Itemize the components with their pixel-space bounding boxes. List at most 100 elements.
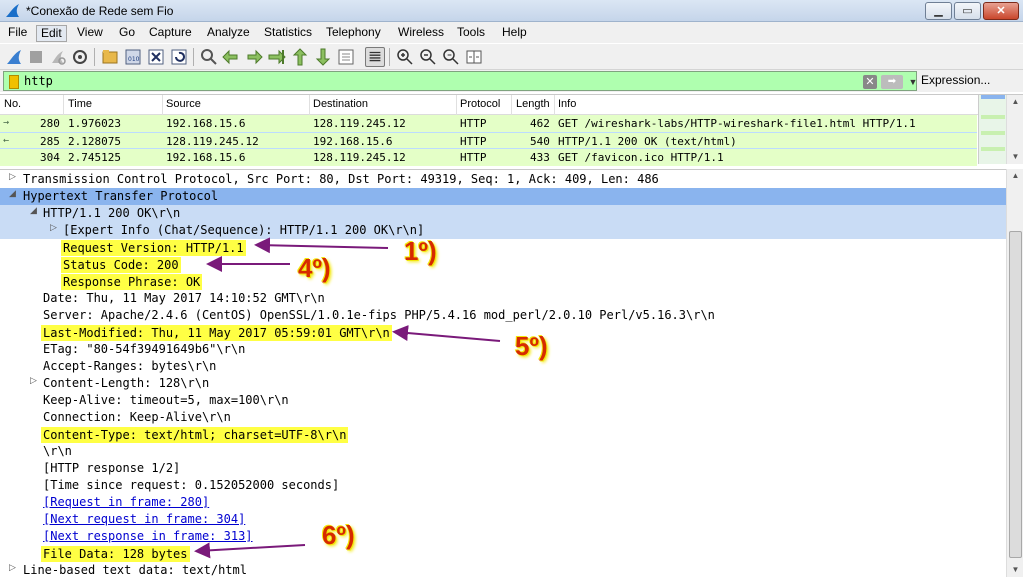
tree-item-time-since-request[interactable]: [Time since request: 0.152052000 seconds…: [0, 477, 1006, 494]
column-no[interactable]: No.: [4, 98, 21, 110]
tree-item-file-data[interactable]: File Data: 128 bytes: [0, 545, 1006, 562]
go-forward-icon[interactable]: [244, 47, 264, 67]
expand-icon[interactable]: ▷: [30, 376, 37, 386]
stop-capture-icon[interactable]: [26, 47, 46, 67]
tree-item-status-code[interactable]: Status Code: 200: [0, 256, 1006, 273]
tree-item-expert-info[interactable]: ▷ [Expert Info (Chat/Sequence): HTTP/1.1…: [0, 222, 1006, 239]
autoscroll-icon[interactable]: [336, 47, 356, 67]
menu-telephony[interactable]: Telephony: [322, 25, 385, 42]
save-file-icon[interactable]: 010: [123, 47, 143, 67]
menu-view[interactable]: View: [73, 25, 107, 42]
filter-history-dropdown-icon[interactable]: ▼: [907, 75, 919, 89]
tree-item-tcp[interactable]: ▷ Transmission Control Protocol, Src Por…: [0, 171, 1006, 188]
collapse-icon[interactable]: ◢: [30, 206, 37, 216]
packet-row[interactable]: → 280 1.976023 192.168.15.6 128.119.245.…: [0, 115, 977, 132]
close-file-icon[interactable]: [146, 47, 166, 67]
column-source[interactable]: Source: [166, 98, 201, 110]
menu-tools[interactable]: Tools: [453, 25, 489, 42]
tree-item-connection[interactable]: Connection: Keep-Alive\r\n: [0, 409, 1006, 426]
tree-item-accept-ranges[interactable]: Accept-Ranges: bytes\r\n: [0, 358, 1006, 375]
column-info[interactable]: Info: [558, 98, 576, 110]
scrollbar-thumb[interactable]: [1009, 231, 1022, 558]
packet-info: GET /favicon.ico HTTP/1.1: [558, 151, 724, 164]
find-packet-icon[interactable]: [199, 47, 219, 67]
tree-item-content-type[interactable]: Content-Type: text/html; charset=UTF-8\r…: [0, 426, 1006, 443]
tree-item-date[interactable]: Date: Thu, 11 May 2017 14:10:52 GMT\r\n: [0, 290, 1006, 307]
start-capture-icon[interactable]: [4, 47, 24, 67]
colorize-icon[interactable]: [365, 47, 385, 67]
packet-destination: 128.119.245.12: [313, 151, 406, 164]
tree-item-label: Line-based text data: text/html: [23, 563, 247, 577]
request-in-frame-link[interactable]: [Request in frame: 280]: [43, 495, 209, 509]
column-destination[interactable]: Destination: [313, 98, 368, 110]
menu-statistics[interactable]: Statistics: [260, 25, 316, 42]
packet-minimap[interactable]: [978, 95, 1006, 164]
menu-analyze[interactable]: Analyze: [203, 25, 254, 42]
filter-bookmark-icon[interactable]: [9, 75, 19, 89]
scroll-up-icon[interactable]: ▲: [1007, 169, 1023, 183]
tree-item-request-version[interactable]: Request Version: HTTP/1.1: [0, 239, 1006, 256]
scroll-up-icon[interactable]: ▲: [1007, 95, 1023, 109]
tree-item-label: Status Code: 200: [61, 257, 181, 273]
menu-capture[interactable]: Capture: [145, 25, 196, 42]
minimize-button[interactable]: ▁: [925, 2, 952, 20]
column-protocol[interactable]: Protocol: [460, 98, 500, 110]
capture-options-icon[interactable]: [70, 47, 90, 67]
tree-item-keep-alive[interactable]: Keep-Alive: timeout=5, max=100\r\n: [0, 392, 1006, 409]
packet-list-header: No. Time Source Destination Protocol Len…: [0, 95, 1006, 115]
menu-edit[interactable]: Edit: [36, 25, 67, 42]
last-packet-icon[interactable]: [313, 47, 333, 67]
menu-file[interactable]: File: [4, 25, 31, 42]
tree-item-crlf[interactable]: \r\n: [0, 443, 1006, 460]
menu-go[interactable]: Go: [115, 25, 139, 42]
expand-icon[interactable]: ▷: [9, 172, 16, 182]
go-back-icon[interactable]: [221, 47, 241, 67]
packet-row[interactable]: 304 2.745125 192.168.15.6 128.119.245.12…: [0, 149, 977, 166]
scroll-down-icon[interactable]: ▼: [1007, 563, 1023, 577]
next-response-link[interactable]: [Next response in frame: 313]: [43, 529, 253, 543]
tree-item-request-in-frame[interactable]: [Request in frame: 280]: [0, 494, 1006, 511]
tree-item-content-length[interactable]: ▷ Content-Length: 128\r\n: [0, 375, 1006, 392]
tree-item-server[interactable]: Server: Apache/2.4.6 (CentOS) OpenSSL/1.…: [0, 307, 1006, 324]
expand-icon[interactable]: ▷: [50, 223, 57, 233]
open-file-icon[interactable]: [100, 47, 120, 67]
display-filter-input[interactable]: http ✕ ➡ ▼: [3, 71, 917, 91]
packet-no: 280: [40, 117, 60, 130]
tree-item-next-request[interactable]: [Next request in frame: 304]: [0, 511, 1006, 528]
details-scrollbar[interactable]: ▲ ▼: [1006, 169, 1023, 577]
title-bar: *Conexão de Rede sem Fio ▁ ▭ ✕: [0, 0, 1023, 22]
zoom-out-icon[interactable]: [418, 47, 438, 67]
tree-item-status-line[interactable]: ◢ HTTP/1.1 200 OK\r\n: [0, 205, 1006, 222]
clear-filter-icon[interactable]: ✕: [863, 75, 877, 89]
maximize-button[interactable]: ▭: [954, 2, 981, 20]
expand-icon[interactable]: ▷: [9, 563, 16, 573]
next-request-link[interactable]: [Next request in frame: 304]: [43, 512, 245, 526]
tree-item-line-based-text[interactable]: ▷ Line-based text data: text/html: [0, 562, 1006, 577]
scroll-down-icon[interactable]: ▼: [1007, 150, 1023, 164]
go-to-packet-icon[interactable]: [267, 47, 287, 67]
first-packet-icon[interactable]: [290, 47, 310, 67]
packet-list-scrollbar[interactable]: ▲ ▼: [1006, 95, 1023, 164]
tree-item-last-modified[interactable]: Last-Modified: Thu, 11 May 2017 05:59:01…: [0, 324, 1006, 341]
tree-item-http[interactable]: ◢ Hypertext Transfer Protocol: [0, 188, 1006, 205]
collapse-icon[interactable]: ◢: [9, 189, 16, 199]
menu-wireless[interactable]: Wireless: [394, 25, 448, 42]
column-length[interactable]: Length: [516, 98, 550, 110]
reload-file-icon[interactable]: [169, 47, 189, 67]
restart-capture-icon[interactable]: [48, 47, 68, 67]
column-time[interactable]: Time: [68, 98, 92, 110]
normal-size-icon[interactable]: =: [441, 47, 461, 67]
tree-item-etag[interactable]: ETag: "80-54f39491649b6"\r\n: [0, 341, 1006, 358]
apply-filter-icon[interactable]: ➡: [881, 75, 903, 89]
tree-item-http-response[interactable]: [HTTP response 1/2]: [0, 460, 1006, 477]
resize-columns-icon[interactable]: [464, 47, 484, 67]
packet-destination: 128.119.245.12: [313, 117, 406, 130]
tree-item-next-response[interactable]: [Next response in frame: 313]: [0, 528, 1006, 545]
tree-item-response-phrase[interactable]: Response Phrase: OK: [0, 273, 1006, 290]
close-button[interactable]: ✕: [983, 2, 1019, 20]
packet-row-selected[interactable]: ← 285 2.128075 128.119.245.12 192.168.15…: [0, 132, 977, 149]
zoom-in-icon[interactable]: [395, 47, 415, 67]
expression-button[interactable]: Expression...: [921, 73, 990, 87]
tree-item-label: File Data: 128 bytes: [41, 546, 190, 562]
menu-help[interactable]: Help: [498, 25, 531, 42]
